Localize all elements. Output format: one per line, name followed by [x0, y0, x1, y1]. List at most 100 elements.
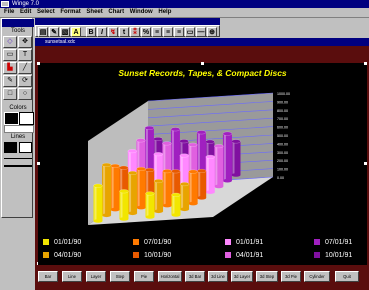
- document-title: sunsetsal.xdc: [45, 39, 76, 45]
- 3d-pie-button[interactable]: 3d Pie: [281, 271, 301, 282]
- bar-button[interactable]: Bar: [38, 271, 58, 282]
- zoom-icon[interactable]: ⊕: [207, 27, 217, 37]
- ellipse-tool-icon[interactable]: ○: [18, 88, 32, 100]
- move-tool-icon[interactable]: ✥: [18, 36, 32, 48]
- legend-label: 10/01/91: [325, 252, 353, 259]
- cylinder-highlight: [172, 194, 175, 215]
- cylinder-highlight: [189, 171, 192, 204]
- legend-item: 10/01/91: [314, 252, 352, 260]
- text-tool-icon[interactable]: T: [18, 49, 32, 61]
- selection-handle[interactable]: [201, 62, 204, 65]
- y-tick-label: 800.00: [277, 109, 288, 113]
- cylinder-highlight: [155, 181, 158, 212]
- legend-item: 07/01/90: [133, 239, 171, 247]
- 3d-bar-button[interactable]: 3d Bar: [185, 271, 205, 282]
- cylinder-button[interactable]: Cylinder: [304, 271, 330, 282]
- horizontal-button[interactable]: Horizontal: [158, 271, 182, 282]
- legend-item: 04/01/91: [225, 252, 263, 260]
- selection-handle[interactable]: [37, 62, 40, 65]
- align-center-icon[interactable]: ≡: [163, 27, 173, 37]
- color-style-icon[interactable]: ⁑: [130, 27, 140, 37]
- line-pattern-swatch[interactable]: [19, 142, 32, 153]
- picture-icon[interactable]: ▧: [60, 27, 70, 37]
- menu-select[interactable]: Select: [37, 8, 55, 17]
- app-title-bar: Winge 7.0: [0, 0, 369, 8]
- selection-handle[interactable]: [37, 162, 40, 165]
- cylinder-top: [205, 154, 215, 159]
- cylinder-base: [171, 213, 181, 217]
- cylinder-highlight: [198, 170, 201, 198]
- text-box-icon[interactable]: A: [71, 27, 81, 37]
- align-left-icon[interactable]: ≡: [152, 27, 162, 37]
- cylinder-highlight: [215, 146, 218, 187]
- foreground-color-swatch[interactable]: [4, 112, 19, 125]
- quit-button[interactable]: Quit: [335, 271, 359, 282]
- palette-title: Tools: [10, 28, 25, 34]
- cylinder-base: [136, 205, 146, 210]
- selection-handle[interactable]: [364, 62, 367, 65]
- selection-handle[interactable]: [364, 162, 367, 165]
- menu-edit[interactable]: Edit: [20, 8, 31, 17]
- chart-area[interactable]: Sunset Records, Tapes, & Compact Discs 1…: [38, 63, 367, 233]
- font-size-icon[interactable]: t: [119, 27, 129, 37]
- cylinder-top: [153, 179, 164, 184]
- line-tool-icon[interactable]: ╱: [18, 62, 32, 74]
- border-icon[interactable]: ▭: [185, 27, 195, 37]
- 3d-line-button[interactable]: 3d Line: [208, 271, 228, 282]
- step-button[interactable]: Step: [110, 271, 130, 282]
- y-tick-label: 0.00: [277, 176, 284, 180]
- cylinder-base: [231, 173, 241, 177]
- cylinder-top: [153, 136, 163, 141]
- menu-help[interactable]: Help: [158, 8, 171, 17]
- cylinder-top: [119, 165, 129, 170]
- pie-button[interactable]: Pie: [134, 271, 154, 282]
- layer-button[interactable]: Layer: [86, 271, 106, 282]
- 3d-step-button[interactable]: 3d Step: [256, 271, 278, 282]
- menu-sheet[interactable]: Sheet: [86, 8, 102, 17]
- legend-item: 10/01/90: [133, 252, 171, 260]
- menu-window[interactable]: Window: [130, 8, 153, 17]
- italic-icon[interactable]: I: [97, 27, 107, 37]
- rect-tool-icon[interactable]: □: [3, 88, 17, 100]
- format-toolbar: ▤ ✎ ▧ A B I ↯ t ⁑ % ≡ ≡ ≡ ▭ — ⊕: [35, 25, 220, 37]
- y-tick-label: 500.00: [277, 134, 288, 138]
- background-color-swatch[interactable]: [19, 112, 34, 125]
- cylinder-top: [136, 138, 146, 143]
- line-color-swatch[interactable]: [4, 142, 17, 153]
- cylinder-top: [119, 189, 129, 194]
- cylinder-highlight: [146, 193, 149, 217]
- fill-color-swatch[interactable]: [4, 125, 34, 133]
- cylinder-highlight: [232, 141, 235, 175]
- bold-icon[interactable]: B: [86, 27, 96, 37]
- y-tick-label: 1000.00: [277, 92, 290, 96]
- system-menu-icon[interactable]: [1, 1, 9, 7]
- chart-style-icon[interactable]: ↯: [108, 27, 118, 37]
- rotate-tool-icon[interactable]: ⟳: [18, 75, 32, 87]
- menu-chart[interactable]: Chart: [108, 8, 124, 17]
- cylinder-top: [153, 152, 163, 157]
- line-weight-selector[interactable]: [4, 158, 32, 167]
- app-title: Winge 7.0: [12, 1, 40, 7]
- align-right-icon[interactable]: ≡: [174, 27, 184, 37]
- cylinder-top: [214, 144, 224, 149]
- chart-wizard-icon[interactable]: ▤: [38, 27, 48, 37]
- cylinder-base: [102, 213, 112, 218]
- select-tool-icon[interactable]: ◇: [3, 36, 17, 48]
- legend-label: 07/01/90: [144, 239, 172, 246]
- legend-label: 04/01/91: [236, 252, 264, 259]
- legend-swatch: [133, 239, 139, 246]
- menu-file[interactable]: File: [4, 8, 14, 17]
- toolbar-title-bar: [35, 18, 220, 25]
- draw-line-icon[interactable]: —: [196, 27, 206, 37]
- cell-tool-icon[interactable]: ▭: [3, 49, 17, 61]
- line-button[interactable]: Line: [62, 271, 82, 282]
- cylinder-base: [162, 203, 172, 208]
- menu-format[interactable]: Format: [60, 8, 80, 17]
- percent-icon[interactable]: %: [141, 27, 151, 37]
- 3d-layer-button[interactable]: 3d Layer: [231, 271, 253, 282]
- chart-legend: 01/01/90 04/01/90 07/01/90 10/01/90 01/0…: [38, 233, 367, 265]
- draw-icon[interactable]: ✎: [49, 27, 59, 37]
- cylinder-top: [136, 166, 146, 171]
- chart-tool-icon[interactable]: ▙: [3, 62, 17, 74]
- pencil-tool-icon[interactable]: ✎: [3, 75, 17, 87]
